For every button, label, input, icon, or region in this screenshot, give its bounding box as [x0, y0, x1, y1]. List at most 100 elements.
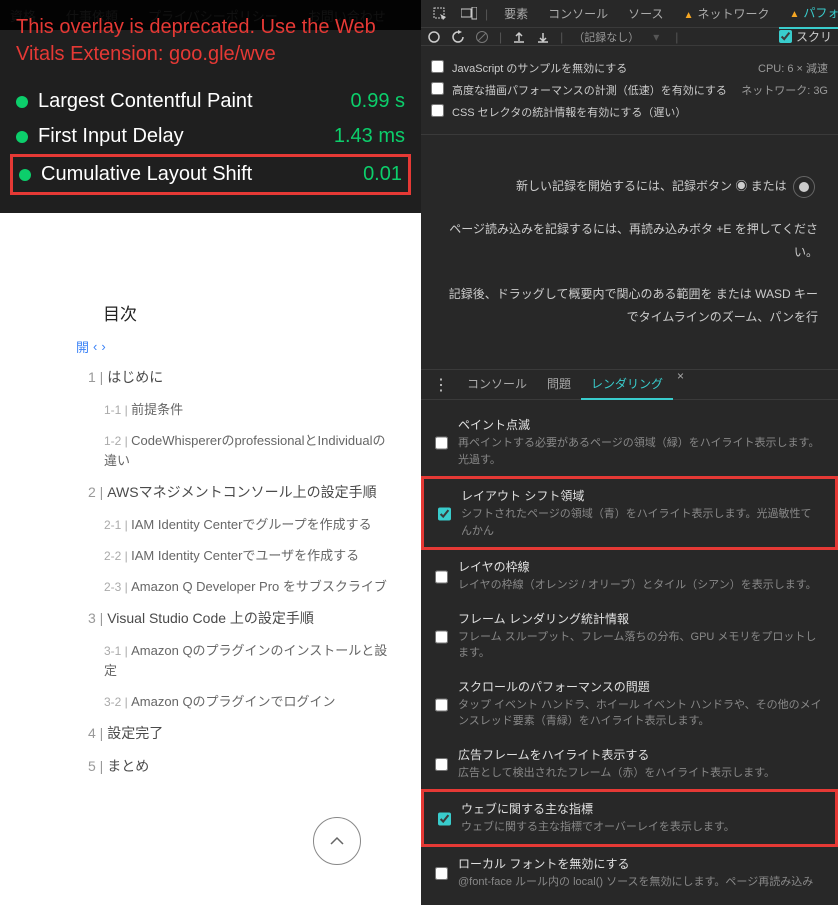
option-checkbox[interactable]: [431, 60, 444, 73]
drawer-menu-icon[interactable]: ⋮: [427, 375, 455, 395]
rendering-desc: @font-face ルール内の local() ソースを無効にします。ページ再…: [458, 874, 813, 891]
option-checkbox[interactable]: [431, 104, 444, 117]
option-label: CSS セレクタの統計情報を有効にする（遅い）: [452, 104, 820, 120]
rendering-option[interactable]: ペイント点滅 再ペイントする必要があるページの領域（緑）をハイライト表示します。…: [421, 408, 838, 476]
toc-item[interactable]: 2 | AWSマネジメントコンソール上の設定手順: [88, 482, 393, 504]
vital-value: 0.99 s: [351, 90, 405, 113]
toc-sub-item[interactable]: 3-1 | Amazon Qのプラグインのインストールと設定: [104, 641, 393, 681]
rendering-checkbox[interactable]: [435, 680, 448, 730]
vital-value: 0.01: [363, 163, 402, 186]
perf-option-row[interactable]: CSS セレクタの統計情報を有効にする（遅い）: [431, 104, 828, 120]
reload-record-icon[interactable]: [451, 30, 465, 44]
devtools-main-toolbar: | 要素コンソールソースネットワークパフォ: [421, 0, 838, 28]
record-button-icon: [793, 176, 815, 198]
rendering-title: ペイント点滅: [458, 416, 824, 433]
drawer-tab-コンソール[interactable]: コンソール: [457, 369, 537, 400]
devtools-tab-ネットワーク[interactable]: ネットワーク: [674, 0, 780, 28]
toc-item[interactable]: 4 | 設定完了: [88, 723, 393, 745]
vital-metric-row: Cumulative Layout Shift 0.01: [10, 154, 411, 195]
device-toolbar-icon[interactable]: [455, 3, 483, 25]
rendering-checkbox[interactable]: [438, 802, 451, 836]
toc-sub-item[interactable]: 1-1 | 前提条件: [104, 400, 393, 420]
option-checkbox[interactable]: [431, 82, 444, 95]
rendering-option[interactable]: ウェブに関する主な指標 ウェブに関する主な指標でオーバーレイを表示します。: [421, 789, 838, 847]
inspect-element-icon[interactable]: [427, 3, 453, 25]
option-label: 高度な描画パフォーマンスの計測（低速）を有効にする: [452, 82, 733, 98]
rendering-checkbox[interactable]: [435, 418, 448, 468]
rendering-title: ウェブに関する主な指標: [461, 800, 735, 817]
rendering-desc: レイヤの枠線（オレンジ / オリーブ）とタイル（シアン）を表示します。: [458, 577, 817, 594]
download-icon[interactable]: [536, 30, 550, 44]
stop-icon[interactable]: [475, 30, 489, 44]
chevron-up-icon: [329, 833, 345, 849]
rendering-title: フレーム レンダリング統計情報: [458, 610, 824, 627]
status-dot-icon: [16, 96, 28, 108]
perf-option-row[interactable]: JavaScript のサンプルを無効にする CPU: 6 × 減速: [431, 60, 828, 76]
toc-item[interactable]: 1 | はじめに: [88, 367, 393, 389]
toc-sub-item[interactable]: 2-2 | IAM Identity Centerでユーザを作成する: [104, 546, 393, 566]
rendering-desc: フレーム スループット、フレーム落ちの分布、GPU メモリをプロットします。: [458, 629, 824, 662]
devtools-tab-コンソール[interactable]: コンソール: [538, 0, 618, 28]
perf-option-row[interactable]: 高度な描画パフォーマンスの計測（低速）を有効にする ネットワーク: 3G: [431, 82, 828, 98]
vital-name: Largest Contentful Paint: [38, 90, 253, 113]
toc-item[interactable]: 5 | まとめ: [88, 756, 393, 778]
page-viewport: 資格 仕事依頼 プライバシーポリシー お問い合わせ This overlay i…: [0, 0, 421, 905]
rendering-option[interactable]: レイアウト シフト領域 シフトされたページの領域（青）をハイライト表示します。光…: [421, 476, 838, 550]
recording-select[interactable]: （記録なし）: [573, 29, 639, 45]
toc-sub-item[interactable]: 3-2 | Amazon Qのプラグインでログイン: [104, 692, 393, 712]
rendering-checkbox[interactable]: [435, 748, 448, 782]
toc-sub-item[interactable]: 2-1 | IAM Identity Centerでグループを作成する: [104, 515, 393, 535]
performance-toolbar: | | （記録なし） ▾ | スクリ: [421, 28, 838, 46]
devtools-panel: | 要素コンソールソースネットワークパフォ | | （記録なし） ▾ | スクリ…: [421, 0, 838, 905]
toc-sub-item[interactable]: 1-2 | CodeWhispererのprofessionalとIndivid…: [104, 431, 393, 471]
rendering-option[interactable]: レイヤの枠線 レイヤの枠線（オレンジ / オリーブ）とタイル（シアン）を表示しま…: [421, 550, 838, 602]
rendering-desc: ウェブに関する主な指標でオーバーレイを表示します。: [461, 819, 735, 836]
vital-value: 1.43 ms: [334, 125, 405, 148]
close-icon[interactable]: ×: [673, 369, 688, 400]
drawer-tab-問題[interactable]: 問題: [537, 369, 581, 400]
rendering-option[interactable]: ローカル フォントを無効にする @font-face ルール内の local()…: [421, 847, 838, 899]
rendering-option[interactable]: フレーム レンダリング統計情報 フレーム スループット、フレーム落ちの分布、GP…: [421, 602, 838, 670]
rendering-desc: 再ペイントする必要があるページの領域（緑）をハイライト表示します。光過す。: [458, 435, 824, 468]
performance-empty-hint: 新しい記録を開始するには、記録ボタン ◉ または ページ読み込みを記録するには、…: [421, 135, 838, 369]
rendering-desc: 広告として検出されたフレーム（赤）をハイライト表示します。: [458, 765, 775, 782]
scroll-to-top-button[interactable]: [313, 817, 361, 865]
rendering-desc: シフトされたページの領域（青）をハイライト表示します。光過敏性てんかん: [461, 506, 821, 539]
vital-metric-row: Largest Contentful Paint 0.99 s: [16, 84, 405, 119]
chevron-right-icon: ›: [101, 339, 105, 354]
vital-name: Cumulative Layout Shift: [41, 163, 252, 186]
rendering-checkbox[interactable]: [435, 612, 448, 662]
rendering-title: ローカル フォントを無効にする: [458, 855, 813, 872]
deprecation-notice: This overlay is deprecated. Use the Web …: [16, 14, 405, 68]
devtools-tab-ソース[interactable]: ソース: [618, 0, 673, 28]
devtools-tab-要素[interactable]: 要素: [494, 0, 538, 28]
rendering-options-list: ペイント点滅 再ペイントする必要があるページの領域（緑）をハイライト表示します。…: [421, 400, 838, 905]
vital-metric-row: First Input Delay 1.43 ms: [16, 119, 405, 154]
status-dot-icon: [16, 131, 28, 143]
devtools-tab-パフォ[interactable]: パフォ: [779, 0, 838, 29]
chevron-left-icon: ‹: [93, 339, 97, 354]
status-dot-icon: [19, 169, 31, 181]
drawer-tab-レンダリング[interactable]: レンダリング: [581, 369, 673, 400]
toc-expand-control[interactable]: 開 ‹ ›: [76, 337, 393, 356]
table-of-contents: 目次 開 ‹ › 1 | はじめに1-1 | 前提条件1-2 | CodeWhi…: [0, 280, 421, 809]
upload-icon[interactable]: [512, 30, 526, 44]
rendering-title: レイアウト シフト領域: [461, 487, 821, 504]
rendering-desc: タップ イベント ハンドラ、ホイール イベント ハンドラや、その他のメインスレッ…: [458, 697, 824, 730]
rendering-option[interactable]: 広告フレームをハイライト表示する 広告として検出されたフレーム（赤）をハイライト…: [421, 738, 838, 790]
record-icon[interactable]: [427, 30, 441, 44]
rendering-checkbox[interactable]: [438, 489, 451, 539]
toc-sub-item[interactable]: 2-3 | Amazon Q Developer Pro をサブスクライブ: [104, 577, 393, 597]
rendering-checkbox[interactable]: [435, 857, 448, 891]
web-vitals-overlay: This overlay is deprecated. Use the Web …: [0, 0, 421, 213]
rendering-title: スクロールのパフォーマンスの問題: [458, 678, 824, 695]
performance-options: JavaScript のサンプルを無効にする CPU: 6 × 減速 高度な描画…: [421, 46, 838, 135]
rendering-checkbox[interactable]: [435, 560, 448, 594]
toc-item[interactable]: 3 | Visual Studio Code 上の設定手順: [88, 608, 393, 630]
rendering-option[interactable]: スクロールのパフォーマンスの問題 タップ イベント ハンドラ、ホイール イベント…: [421, 670, 838, 738]
devtools-drawer: ⋮ コンソール問題レンダリング× ペイント点滅 再ペイントする必要があるページの…: [421, 369, 838, 905]
drawer-tab-bar: ⋮ コンソール問題レンダリング×: [421, 370, 838, 400]
screenshot-checkbox[interactable]: スクリ: [779, 28, 832, 45]
rendering-title: レイヤの枠線: [458, 558, 817, 575]
vital-name: First Input Delay: [38, 125, 184, 148]
